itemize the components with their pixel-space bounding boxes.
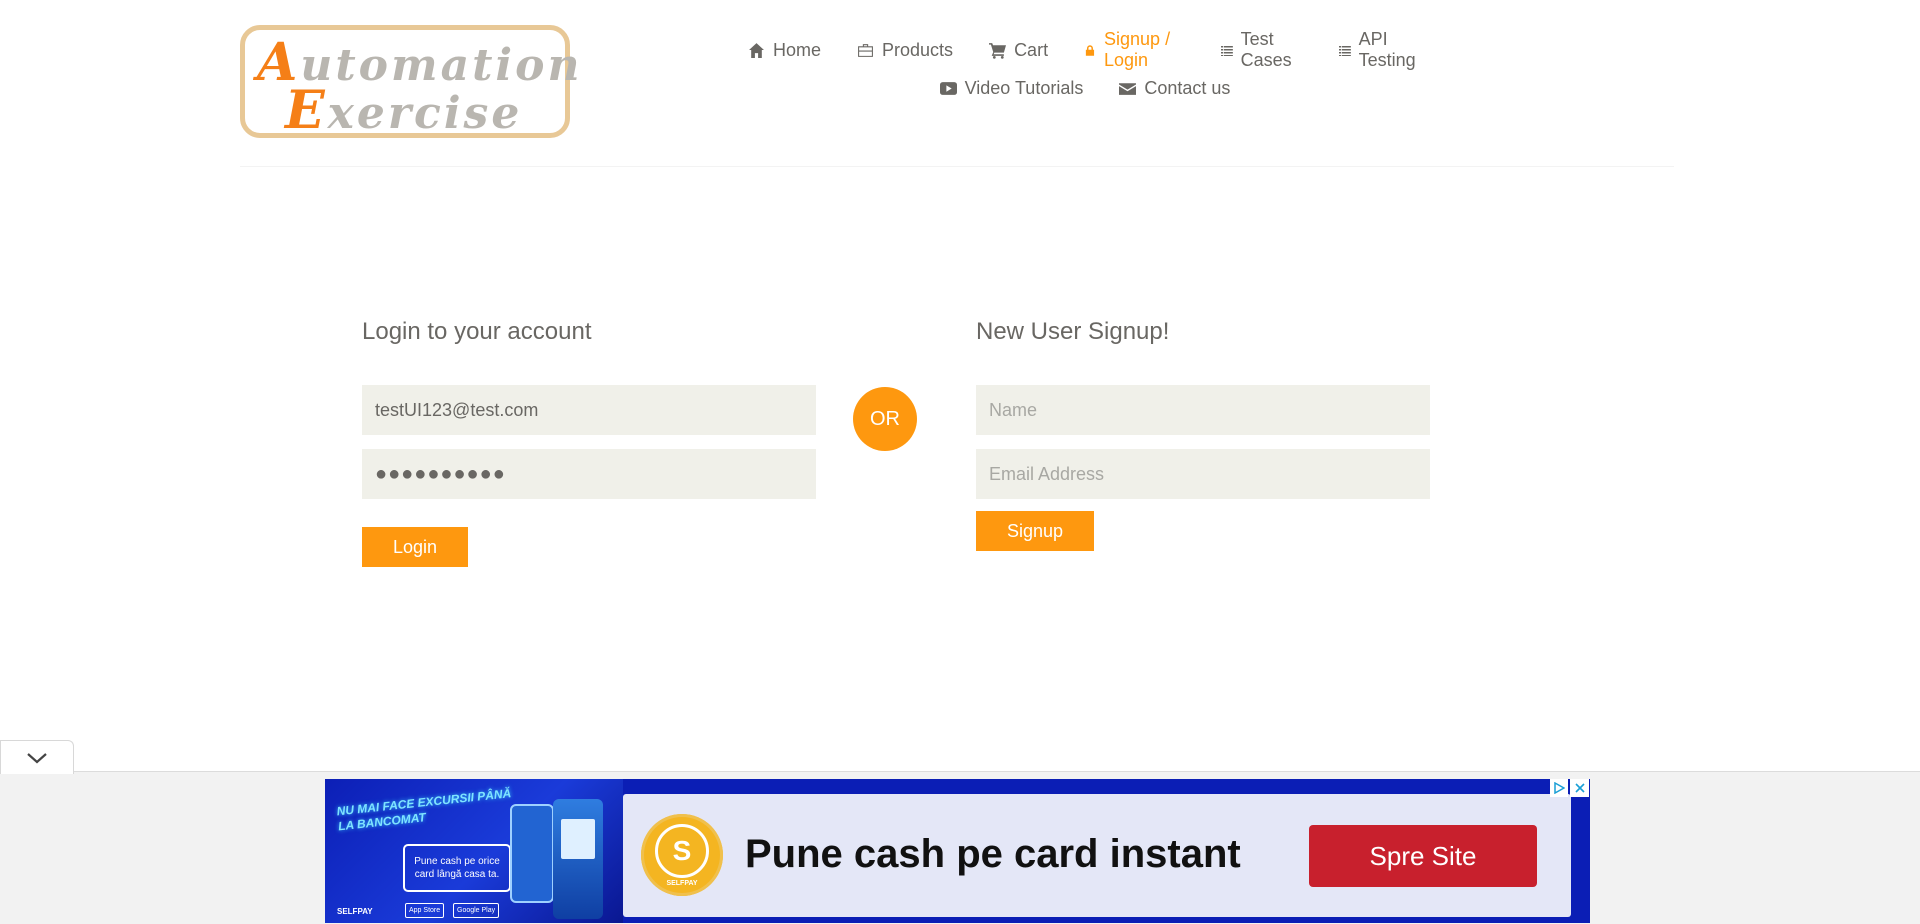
ad-main-text: Pune cash pe card instant: [745, 832, 1241, 876]
ad-banner[interactable]: NU MAI FACE EXCURSII PÂNĂ LA BANCOMAT Pu…: [325, 779, 1590, 923]
cart-icon: [989, 42, 1007, 59]
nav-signup-login[interactable]: Signup / Login: [1084, 29, 1185, 70]
ad-card: S SELFPAY Pune cash pe card instant Spre…: [623, 794, 1571, 917]
ad-headline: NU MAI FACE EXCURSII PÂNĂ LA BANCOMAT: [335, 786, 512, 834]
app-store-badge: App Store: [405, 903, 445, 918]
ad-choices-button[interactable]: [1550, 779, 1568, 797]
signup-title: New User Signup!: [976, 318, 1170, 345]
selfpay-logo: S SELFPAY: [641, 814, 723, 896]
logo-line-2: Exercise: [285, 80, 523, 141]
ad-choices-icon: [1554, 782, 1565, 794]
nav-row-2: Video Tutorials Contact us: [730, 76, 1440, 100]
chevron-down-icon: [27, 752, 47, 763]
signup-email-input[interactable]: [976, 449, 1430, 499]
google-play-badge: Google Play: [453, 903, 500, 918]
nav-video-tutorials[interactable]: Video Tutorials: [939, 76, 1083, 100]
briefcase-icon: [858, 43, 873, 57]
lock-icon: [1085, 44, 1095, 56]
list-icon: [1220, 45, 1233, 56]
login-title: Login to your account: [362, 318, 592, 345]
home-icon: [749, 42, 764, 58]
or-divider: OR: [853, 387, 917, 451]
site-logo[interactable]: Automation Exercise: [240, 25, 579, 141]
ad-collapse-toggle[interactable]: [0, 740, 74, 774]
ad-promo-image: NU MAI FACE EXCURSII PÂNĂ LA BANCOMAT Pu…: [325, 779, 623, 923]
ad-subtext: Pune cash pe orice card lângă casa ta.: [403, 844, 511, 892]
nav-api-testing[interactable]: API Testing: [1338, 29, 1422, 70]
signup-name-input[interactable]: [976, 385, 1430, 435]
header-divider: [240, 166, 1674, 167]
list-icon: [1338, 45, 1351, 56]
signup-button[interactable]: Signup: [976, 511, 1094, 551]
phone-illustration: [510, 804, 554, 903]
ad-close-button[interactable]: [1570, 779, 1589, 797]
nav-contact-us[interactable]: Contact us: [1119, 76, 1230, 100]
close-icon: [1574, 783, 1585, 793]
nav-row-1: Home Products Cart Signup / Login Test C…: [730, 29, 1440, 70]
nav-home[interactable]: Home: [748, 38, 821, 62]
envelope-icon: [1119, 82, 1137, 95]
nav-test-cases[interactable]: Test Cases: [1220, 29, 1303, 70]
kiosk-illustration: [553, 799, 603, 919]
nav-products[interactable]: Products: [857, 38, 953, 62]
nav-cart[interactable]: Cart: [989, 38, 1048, 62]
main-nav: Home Products Cart Signup / Login Test C…: [730, 29, 1440, 100]
ad-brand-small: SELFPAY: [337, 907, 373, 916]
login-email-input[interactable]: [362, 385, 816, 435]
ad-cta-button[interactable]: Spre Site: [1309, 825, 1537, 887]
youtube-play-icon: [939, 81, 957, 95]
login-password-input[interactable]: ●●●●●●●●●●: [362, 449, 816, 499]
login-button[interactable]: Login: [362, 527, 468, 567]
